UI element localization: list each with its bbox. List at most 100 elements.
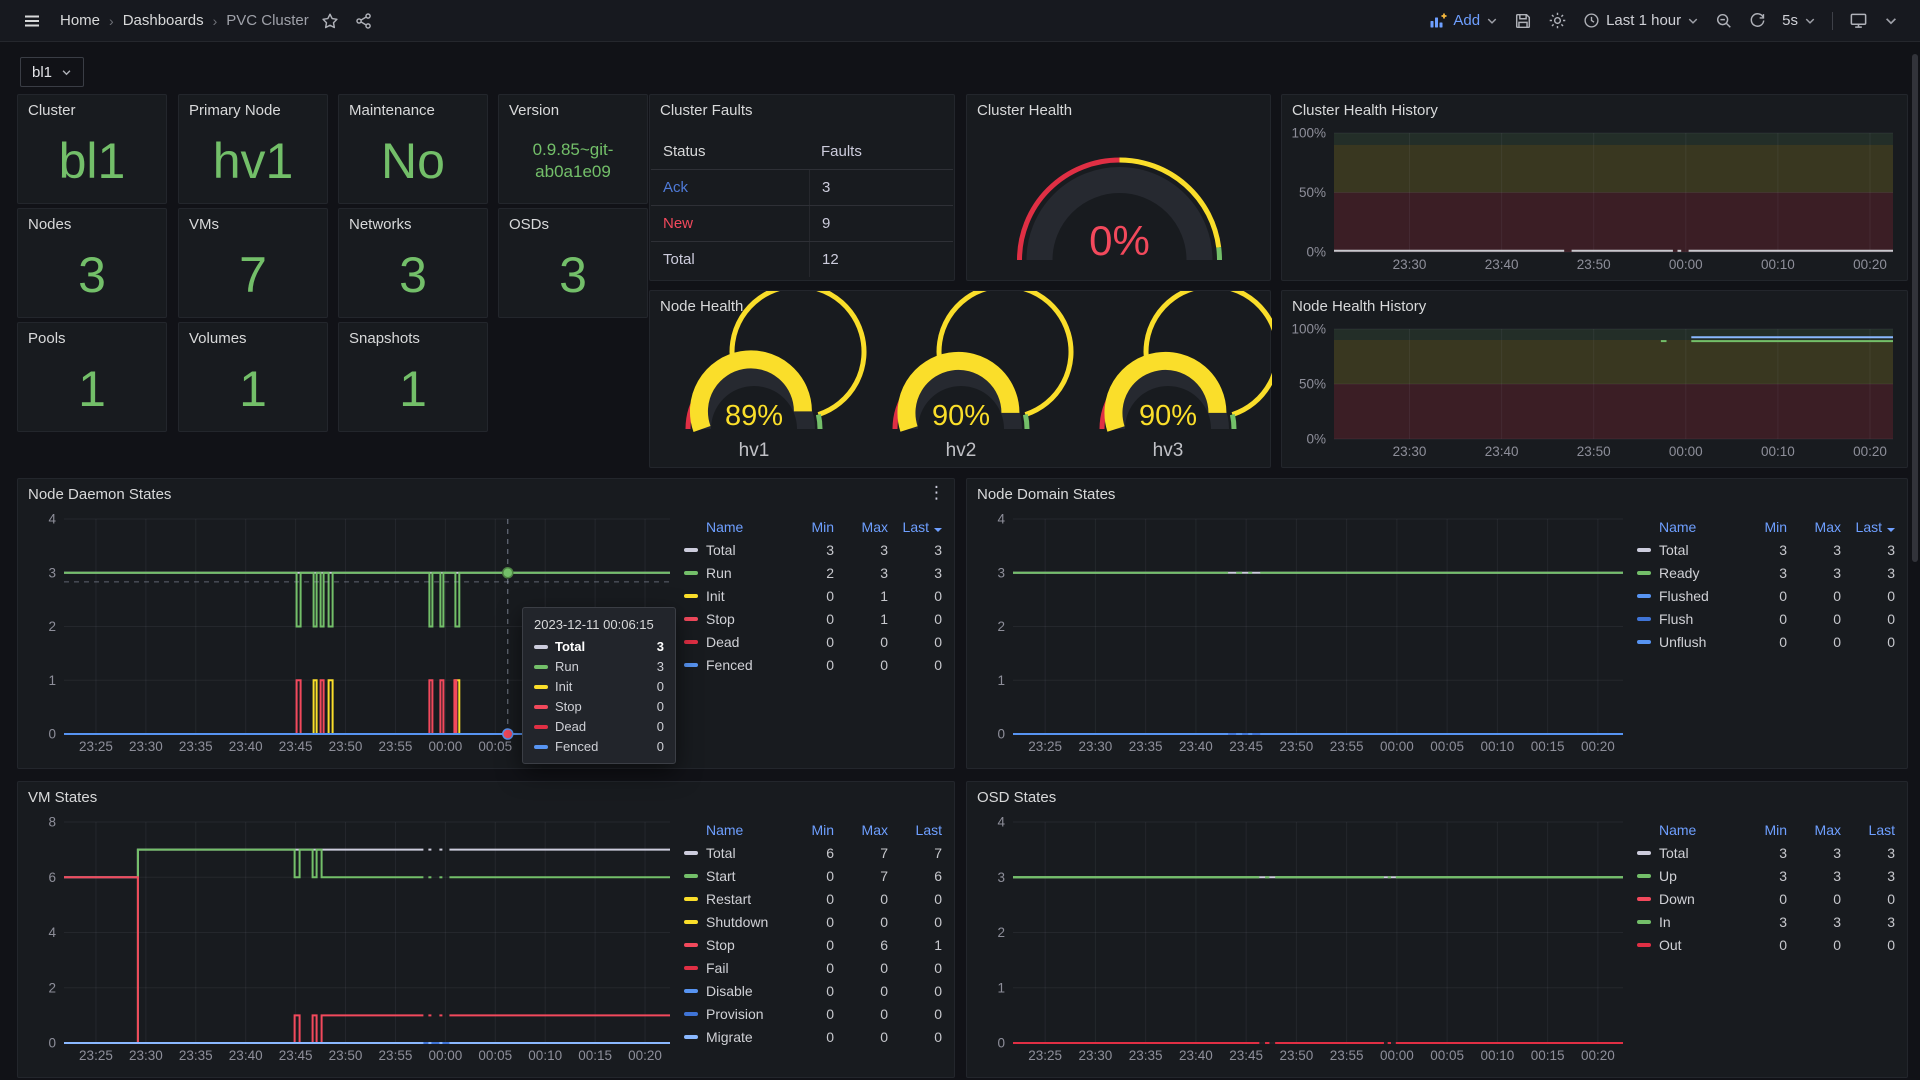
legend-header-min[interactable]: Min bbox=[780, 822, 834, 838]
share-icon bbox=[355, 12, 373, 30]
legend-header-last[interactable]: Last bbox=[888, 519, 942, 535]
panel-title[interactable]: Version bbox=[509, 102, 559, 119]
legend-series-shutdown[interactable]: Shutdown bbox=[684, 914, 780, 930]
legend-series-stop[interactable]: Stop bbox=[684, 937, 780, 953]
legend-value: 0 bbox=[834, 1006, 888, 1022]
panel-title[interactable]: Maintenance bbox=[349, 102, 435, 119]
legend-value: 6 bbox=[834, 937, 888, 953]
legend-series-init[interactable]: Init bbox=[684, 588, 780, 604]
legend-header-min[interactable]: Min bbox=[1733, 519, 1787, 535]
dashboard-settings-button[interactable] bbox=[1540, 5, 1575, 36]
dashboard-canvas: bl1 Clusterbl1Primary Nodehv1Maintenance… bbox=[0, 0, 1920, 1080]
legend-series-flush[interactable]: Flush bbox=[1637, 611, 1733, 627]
legend-series-flushed[interactable]: Flushed bbox=[1637, 588, 1733, 604]
save-dashboard-button[interactable] bbox=[1506, 6, 1540, 36]
favorite-star-button[interactable] bbox=[313, 6, 347, 36]
x-axis-tick-label: 23:30 bbox=[1079, 739, 1113, 754]
share-button[interactable] bbox=[347, 6, 381, 36]
legend-series-down[interactable]: Down bbox=[1637, 891, 1733, 907]
legend-header-max[interactable]: Max bbox=[1787, 519, 1841, 535]
variable-dropdown-cluster[interactable]: bl1 bbox=[20, 57, 84, 87]
topbar: Home › Dashboards › PVC Cluster Add bbox=[0, 0, 1920, 42]
threshold-band bbox=[1334, 329, 1893, 340]
legend-series-total[interactable]: Total bbox=[1637, 845, 1733, 861]
refresh-button[interactable] bbox=[1741, 6, 1774, 35]
legend-series-restart[interactable]: Restart bbox=[684, 891, 780, 907]
panel-title[interactable]: Snapshots bbox=[349, 330, 420, 347]
x-axis-tick-label: 23:35 bbox=[1129, 739, 1163, 754]
legend-header-name[interactable]: Name bbox=[1637, 519, 1733, 535]
refresh-interval-dropdown[interactable]: 5s bbox=[1774, 6, 1824, 35]
menu-toggle-button[interactable] bbox=[14, 5, 50, 37]
fault-count: 12 bbox=[809, 242, 953, 277]
tooltip-series-value: 0 bbox=[657, 739, 664, 754]
legend-header-min[interactable]: Min bbox=[780, 519, 834, 535]
legend-series-in[interactable]: In bbox=[1637, 914, 1733, 930]
fault-status[interactable]: Total bbox=[651, 251, 809, 268]
legend-row: Provision000 bbox=[684, 1002, 942, 1025]
legend-row: Fenced000 bbox=[684, 653, 942, 676]
legend-series-total[interactable]: Total bbox=[1637, 542, 1733, 558]
legend-series-disable[interactable]: Disable bbox=[684, 983, 780, 999]
panel-title[interactable]: Pools bbox=[28, 330, 66, 347]
hover-point bbox=[503, 568, 513, 578]
legend-header-max[interactable]: Max bbox=[1787, 822, 1841, 838]
legend-header-min[interactable]: Min bbox=[1733, 822, 1787, 838]
panel-title[interactable]: Cluster bbox=[28, 102, 76, 119]
legend-series-total[interactable]: Total bbox=[684, 845, 780, 861]
time-range-picker[interactable]: Last 1 hour bbox=[1575, 6, 1707, 35]
panel-node-domain-states: Node Domain States0123423:2523:3023:3523… bbox=[966, 478, 1908, 769]
scrollbar-thumb[interactable] bbox=[1912, 54, 1918, 562]
legend-series-up[interactable]: Up bbox=[1637, 868, 1733, 884]
legend-series-total[interactable]: Total bbox=[684, 542, 780, 558]
x-axis-tick-label: 23:25 bbox=[1028, 739, 1062, 754]
legend-series-ready[interactable]: Ready bbox=[1637, 565, 1733, 581]
y-axis-tick-label: 2 bbox=[48, 619, 56, 634]
legend-header-max[interactable]: Max bbox=[834, 822, 888, 838]
panel-title[interactable]: VMs bbox=[189, 216, 219, 233]
legend-series-unflush[interactable]: Unflush bbox=[1637, 634, 1733, 650]
star-icon bbox=[321, 12, 339, 30]
faults-col-status[interactable]: Status bbox=[651, 143, 809, 160]
panel-title[interactable]: Cluster Health bbox=[977, 102, 1072, 119]
legend-header-max[interactable]: Max bbox=[834, 519, 888, 535]
legend-series-dead[interactable]: Dead bbox=[684, 634, 780, 650]
x-axis-tick-label: 23:30 bbox=[1393, 444, 1427, 459]
kiosk-tv-button[interactable] bbox=[1841, 5, 1876, 36]
x-axis-tick-label: 00:10 bbox=[1761, 257, 1795, 272]
x-axis-tick-label: 23:35 bbox=[179, 1048, 213, 1063]
legend-series-fail[interactable]: Fail bbox=[684, 960, 780, 976]
fault-status[interactable]: New bbox=[651, 215, 809, 232]
x-axis-tick-label: 23:50 bbox=[1279, 1048, 1313, 1063]
legend-series-provision[interactable]: Provision bbox=[684, 1006, 780, 1022]
breadcrumb-home[interactable]: Home bbox=[60, 12, 100, 29]
legend-series-fenced[interactable]: Fenced bbox=[684, 657, 780, 673]
legend-header-last[interactable]: Last bbox=[1841, 519, 1895, 535]
panel-title[interactable]: OSDs bbox=[509, 216, 549, 233]
panel-title[interactable]: Networks bbox=[349, 216, 412, 233]
panel-title[interactable]: Volumes bbox=[189, 330, 247, 347]
legend-series-migrate[interactable]: Migrate bbox=[684, 1029, 780, 1045]
faults-col-faults[interactable]: Faults bbox=[809, 143, 953, 160]
x-axis-tick-label: 00:00 bbox=[428, 739, 462, 754]
legend-header-name[interactable]: Name bbox=[684, 822, 780, 838]
topbar-overflow-chevron[interactable] bbox=[1876, 8, 1906, 34]
fault-status[interactable]: Ack bbox=[651, 179, 809, 196]
panel-title[interactable]: Node Health bbox=[660, 298, 743, 315]
legend-value: 0 bbox=[780, 960, 834, 976]
legend-series-start[interactable]: Start bbox=[684, 868, 780, 884]
add-button[interactable]: Add bbox=[1421, 6, 1506, 36]
panel-title[interactable]: Primary Node bbox=[189, 102, 281, 119]
legend-series-run[interactable]: Run bbox=[684, 565, 780, 581]
panel-title[interactable]: Cluster Faults bbox=[660, 102, 753, 119]
zoom-out-button[interactable] bbox=[1707, 6, 1741, 36]
legend-header-last[interactable]: Last bbox=[888, 822, 942, 838]
legend-header-name[interactable]: Name bbox=[684, 519, 780, 535]
panel-title[interactable]: Nodes bbox=[28, 216, 71, 233]
legend-series-stop[interactable]: Stop bbox=[684, 611, 780, 627]
legend-header-name[interactable]: Name bbox=[1637, 822, 1733, 838]
series-color-swatch bbox=[534, 685, 548, 689]
legend-series-out[interactable]: Out bbox=[1637, 937, 1733, 953]
legend-header-last[interactable]: Last bbox=[1841, 822, 1895, 838]
breadcrumb-dashboards[interactable]: Dashboards bbox=[123, 12, 204, 29]
